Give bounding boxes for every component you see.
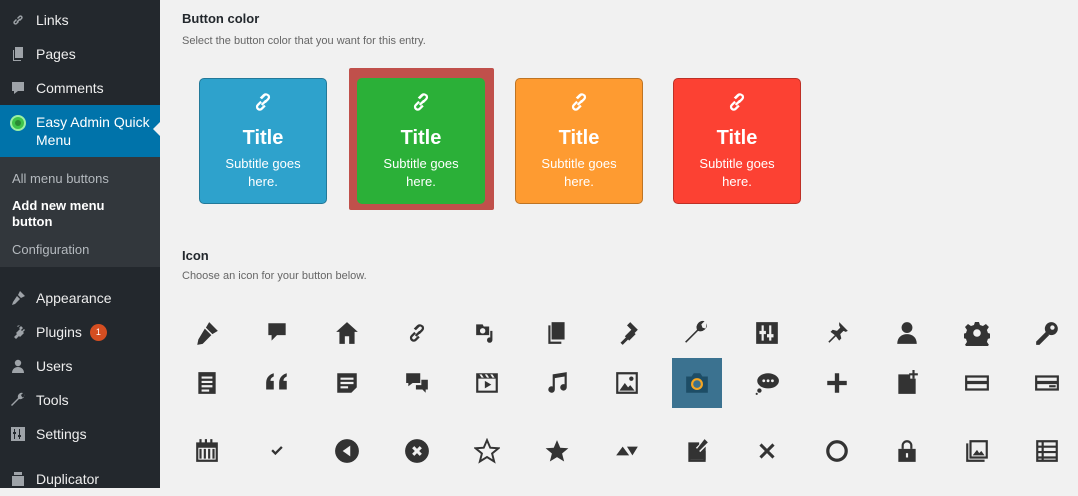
card-icon[interactable] xyxy=(952,358,1002,408)
settings-sliders-icon xyxy=(10,426,26,442)
color-option-card[interactable]: Title Subtitle goes here. xyxy=(673,78,801,204)
icon-description: Choose an icon for your button below. xyxy=(182,270,367,282)
checkmark-icon[interactable] xyxy=(252,426,302,476)
settings-sliders-icon[interactable] xyxy=(742,308,792,358)
menu-item-easy-admin-quick-menu[interactable]: Easy Admin Quick Menu xyxy=(0,105,161,157)
color-option-card[interactable]: Title Subtitle goes here. xyxy=(515,78,643,204)
menu-label-easy-admin: Easy Admin Quick Menu xyxy=(36,114,150,148)
menu-item-duplicator[interactable]: Duplicator xyxy=(0,462,160,496)
chat-icon[interactable] xyxy=(392,358,442,408)
music-icon[interactable] xyxy=(532,358,582,408)
button-color-description: Select the button color that you want fo… xyxy=(182,35,426,47)
menu-label-users: Users xyxy=(36,358,73,374)
link-icon xyxy=(516,89,642,117)
menu-label-links: Links xyxy=(36,12,69,28)
lock-icon[interactable] xyxy=(882,426,932,476)
menu-item-appearance[interactable]: Appearance xyxy=(0,281,160,315)
menu-label-duplicator: Duplicator xyxy=(36,471,100,487)
card-title: Title xyxy=(716,127,758,149)
submenu-configuration[interactable]: Configuration xyxy=(12,242,152,258)
circle-icon[interactable] xyxy=(812,426,862,476)
menu-label-plugins: Plugins xyxy=(36,324,82,340)
video-icon[interactable] xyxy=(462,358,512,408)
menu-item-plugins[interactable]: Plugins 1 xyxy=(0,315,160,349)
duplicator-icon xyxy=(10,471,26,487)
list-icon[interactable] xyxy=(1022,426,1072,476)
pages-icon xyxy=(10,46,26,62)
user-icon[interactable] xyxy=(882,308,932,358)
document-icon[interactable] xyxy=(182,358,232,408)
wrench-icon[interactable] xyxy=(672,308,722,358)
menu-item-links[interactable]: Links xyxy=(0,3,160,37)
menu-item-users[interactable]: Users xyxy=(0,349,160,383)
triangles-icon[interactable] xyxy=(602,426,652,476)
plugin-icon xyxy=(10,324,26,340)
gear-icon[interactable] xyxy=(952,308,1002,358)
icon-heading: Icon xyxy=(182,248,209,263)
images-icon[interactable] xyxy=(952,426,1002,476)
submenu: All menu buttons Add new menu button Con… xyxy=(0,157,160,267)
link-icon xyxy=(200,89,326,117)
wrench-icon xyxy=(10,392,26,408)
submenu-all-menu-buttons[interactable]: All menu buttons xyxy=(12,171,152,187)
add-page-icon[interactable] xyxy=(882,358,932,408)
copy-icon[interactable] xyxy=(532,308,582,358)
card-subtitle: Subtitle goes here. xyxy=(699,156,775,189)
comments-icon xyxy=(10,80,26,96)
menu-item-pages[interactable]: Pages xyxy=(0,37,160,71)
link-icon[interactable] xyxy=(392,308,442,358)
user-icon xyxy=(10,358,26,374)
card-title: Title xyxy=(242,127,284,149)
link-icon xyxy=(10,12,26,28)
image-icon[interactable] xyxy=(602,358,652,408)
easy-admin-logo-icon xyxy=(10,115,26,131)
note-icon[interactable] xyxy=(322,358,372,408)
quote-icon[interactable] xyxy=(252,358,302,408)
button-color-heading: Button color xyxy=(182,11,260,26)
color-option-card[interactable]: Title Subtitle goes here. xyxy=(357,78,485,204)
card-subtitle: Subtitle goes here. xyxy=(383,156,459,189)
camera-icon[interactable] xyxy=(672,358,722,408)
current-menu-arrow xyxy=(153,121,161,137)
speech-bubble-icon[interactable] xyxy=(742,358,792,408)
link-icon xyxy=(358,89,484,117)
back-icon[interactable] xyxy=(322,426,372,476)
submenu-add-new-menu-button[interactable]: Add new menu button xyxy=(12,198,122,230)
card-title: Title xyxy=(558,127,600,149)
menu-label-appearance: Appearance xyxy=(36,290,112,306)
close-icon[interactable] xyxy=(742,426,792,476)
media-icon[interactable] xyxy=(462,308,512,358)
link-icon xyxy=(674,89,800,117)
plugin-icon[interactable] xyxy=(602,308,652,358)
paintbrush-icon xyxy=(10,290,26,306)
menu-item-tools[interactable]: Tools xyxy=(0,383,160,417)
color-option-card[interactable]: Title Subtitle goes here. xyxy=(199,78,327,204)
menu-label-pages: Pages xyxy=(36,46,76,62)
home-icon[interactable] xyxy=(322,308,372,358)
plugins-update-badge: 1 xyxy=(89,323,107,341)
wide-card-icon[interactable] xyxy=(1022,358,1072,408)
plus-icon[interactable] xyxy=(812,358,862,408)
menu-label-comments: Comments xyxy=(36,80,104,96)
pin-icon[interactable] xyxy=(812,308,862,358)
card-subtitle: Subtitle goes here. xyxy=(541,156,617,189)
paintbrush-icon[interactable] xyxy=(182,308,232,358)
star-filled-icon[interactable] xyxy=(532,426,582,476)
menu-label-settings: Settings xyxy=(36,426,87,442)
menu-item-settings[interactable]: Settings xyxy=(0,417,160,451)
comment-icon[interactable] xyxy=(252,308,302,358)
edit-page-icon[interactable] xyxy=(672,426,722,476)
card-title: Title xyxy=(400,127,442,149)
menu-item-comments[interactable]: Comments xyxy=(0,71,160,105)
calendar-icon[interactable] xyxy=(182,426,232,476)
key-icon[interactable] xyxy=(1022,308,1072,358)
star-empty-icon[interactable] xyxy=(462,426,512,476)
card-subtitle: Subtitle goes here. xyxy=(225,156,301,189)
admin-sidebar: Links Pages Comments Easy Admin Quick Me… xyxy=(0,0,161,488)
menu-label-tools: Tools xyxy=(36,392,69,408)
close-circle-icon[interactable] xyxy=(392,426,442,476)
